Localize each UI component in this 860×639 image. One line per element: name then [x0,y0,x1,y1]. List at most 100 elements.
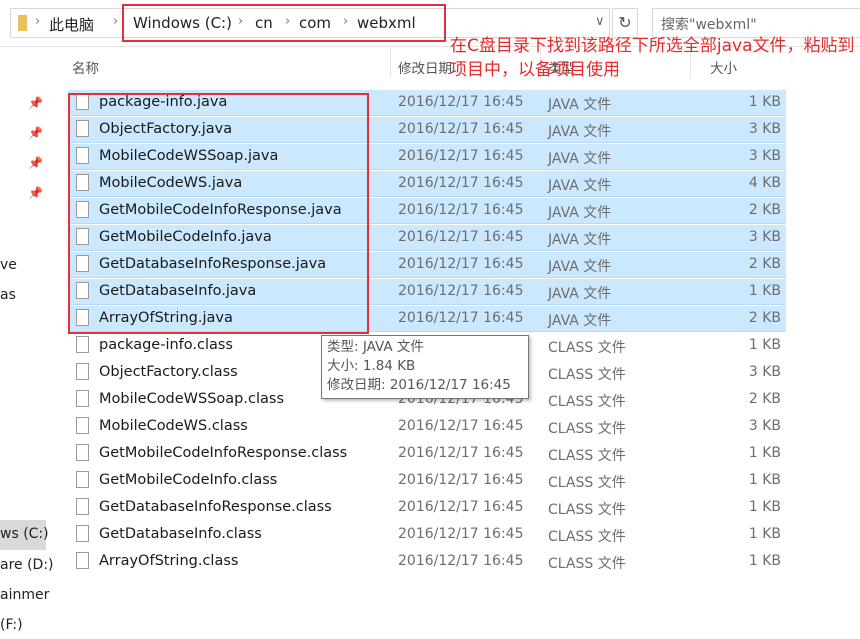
file-type: JAVA 文件 [548,178,612,194]
column-header-name[interactable]: 名称 [72,57,99,77]
file-tooltip: 类型: JAVA 文件 大小: 1.84 KB 修改日期: 2016/12/17… [321,335,529,399]
file-icon [76,444,89,461]
file-type: CLASS 文件 [548,502,626,518]
file-type: CLASS 文件 [548,394,626,410]
file-row[interactable]: GetDatabaseInfo.class 2016/12/17 16:45 CLA… [68,522,786,548]
tooltip-date: 修改日期: 2016/12/17 16:45 [327,377,511,393]
column-divider[interactable] [390,48,391,78]
file-icon [76,336,89,353]
file-type: JAVA 文件 [548,313,612,329]
folder-icon [18,15,27,31]
file-type: CLASS 文件 [548,556,626,572]
file-type: CLASS 文件 [548,475,626,491]
file-name: GetDatabaseInfoResponse.class [99,499,332,515]
file-icon [76,552,89,569]
highlight-box-files [68,93,369,334]
file-type: CLASS 文件 [548,529,626,545]
file-row[interactable]: MobileCodeWS.class 2016/12/17 16:45 CLASS … [68,414,786,440]
file-size: 1 KB [748,94,781,110]
pin-icon[interactable]: 📌 [28,186,43,200]
file-date: 2016/12/17 16:45 [398,553,524,569]
highlight-box-path [122,4,446,42]
file-type: CLASS 文件 [548,448,626,464]
file-size: 2 KB [748,391,781,407]
file-size: 1 KB [748,553,781,569]
file-size: 3 KB [748,121,781,137]
column-header-date[interactable]: 修改日期 [398,57,452,77]
chevron-right-icon: › [35,14,41,29]
file-name: GetDatabaseInfo.class [99,526,262,542]
file-type: JAVA 文件 [548,205,612,221]
file-type: JAVA 文件 [548,232,612,248]
file-size: 1 KB [748,283,781,299]
file-icon [76,363,89,380]
file-size: 3 KB [748,418,781,434]
file-date: 2016/12/17 16:45 [398,418,524,434]
file-icon [76,525,89,542]
file-size: 3 KB [748,148,781,164]
file-icon [76,471,89,488]
file-date: 2016/12/17 16:45 [398,526,524,542]
file-size: 3 KB [748,364,781,380]
file-size: 1 KB [748,445,781,461]
file-name: GetMobileCodeInfoResponse.class [99,445,348,461]
file-type: JAVA 文件 [548,151,612,167]
file-size: 2 KB [748,310,781,326]
file-date: 2016/12/17 16:45 [398,499,524,515]
file-type: JAVA 文件 [548,97,612,113]
file-name: GetMobileCodeInfo.class [99,472,278,488]
sidebar-item[interactable]: ve [0,257,17,273]
file-size: 2 KB [748,256,781,272]
file-row[interactable]: GetMobileCodeInfoResponse.class 2016/12/1… [68,441,786,467]
file-name: package-info.class [99,337,233,353]
file-name: MobileCodeWSSoap.class [99,391,284,407]
file-date: 2016/12/17 16:45 [398,472,524,488]
file-date: 2016/12/17 16:45 [398,283,524,299]
annotation-text: 在C盘目录下找到该路径下所选全部java文件，粘贴到项目中，以备项目使用 [450,36,855,80]
tooltip-type: 类型: JAVA 文件 [327,339,424,355]
chevron-down-icon[interactable]: ∨ [595,14,605,29]
pin-icon[interactable]: 📌 [28,126,43,140]
file-size: 1 KB [748,472,781,488]
file-type: CLASS 文件 [548,367,626,383]
file-size: 4 KB [748,175,781,191]
sidebar-item-drive-c[interactable]: ws (C:) [0,520,49,550]
file-date: 2016/12/17 16:45 [398,202,524,218]
file-date: 2016/12/17 16:45 [398,229,524,245]
file-row[interactable]: ArrayOfString.class 2016/12/17 16:45 CLASS… [68,549,786,575]
file-size: 3 KB [748,229,781,245]
file-row[interactable]: GetDatabaseInfoResponse.class 2016/12/17 … [68,495,786,521]
file-size: 2 KB [748,202,781,218]
file-icon [76,417,89,434]
pin-icon[interactable]: 📌 [28,156,43,170]
file-icon [76,498,89,515]
file-row[interactable]: GetMobileCodeInfo.class 2016/12/17 16:45 C… [68,468,786,494]
file-date: 2016/12/17 16:45 [398,256,524,272]
file-size: 1 KB [748,526,781,542]
breadcrumb-this-pc[interactable]: 此电脑 [49,14,94,35]
file-date: 2016/12/17 16:45 [398,310,524,326]
tooltip-size: 大小: 1.84 KB [327,358,416,374]
file-size: 1 KB [748,337,781,353]
file-name: ArrayOfString.class [99,553,239,569]
file-date: 2016/12/17 16:45 [398,175,524,191]
file-icon [76,390,89,407]
pin-icon[interactable]: 📌 [28,96,43,110]
file-size: 1 KB [748,499,781,515]
file-date: 2016/12/17 16:45 [398,148,524,164]
chevron-right-icon: › [113,14,119,29]
file-type: JAVA 文件 [548,124,612,140]
file-type: JAVA 文件 [548,286,612,302]
file-date: 2016/12/17 16:45 [398,445,524,461]
sidebar-item-drive-f[interactable]: (F:) [0,617,23,633]
sidebar-item[interactable]: ainmer [0,587,49,603]
file-type: CLASS 文件 [548,340,626,356]
file-name: ObjectFactory.class [99,364,238,380]
file-name: MobileCodeWS.class [99,418,248,434]
file-type: CLASS 文件 [548,421,626,437]
sidebar-item-drive-d[interactable]: are (D:) [0,557,54,573]
file-type: JAVA 文件 [548,259,612,275]
file-date: 2016/12/17 16:45 [398,121,524,137]
sidebar-item[interactable]: as [0,287,16,303]
file-date: 2016/12/17 16:45 [398,94,524,110]
